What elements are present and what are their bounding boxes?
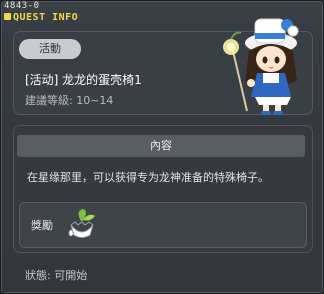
- npc-portrait-icon: [223, 18, 299, 115]
- title-bullet-icon: [4, 13, 11, 20]
- reward-label: 獎勵: [31, 219, 53, 232]
- quest-name: [活动] 龙龙的蛋壳椅1: [25, 73, 142, 87]
- window-title: QUEST INFO: [13, 12, 79, 23]
- quest-category-tag: 活動: [19, 39, 81, 59]
- eggshell-chair-icon[interactable]: [65, 207, 99, 241]
- content-header: 內容: [17, 135, 305, 157]
- quest-description: 在星缘那里，可以获得专为龙神准备的特殊椅子。: [27, 171, 269, 184]
- quest-info-window: 4843-0 QUEST INFO 活動 [活动] 龙龙的蛋壳椅1 建議等級: …: [0, 0, 324, 294]
- reward-box: [19, 202, 307, 248]
- quest-status: 狀態: 可開始: [25, 269, 88, 282]
- recommended-level: 建議等級: 10~14: [25, 94, 114, 107]
- quest-id: 4843-0: [4, 1, 40, 11]
